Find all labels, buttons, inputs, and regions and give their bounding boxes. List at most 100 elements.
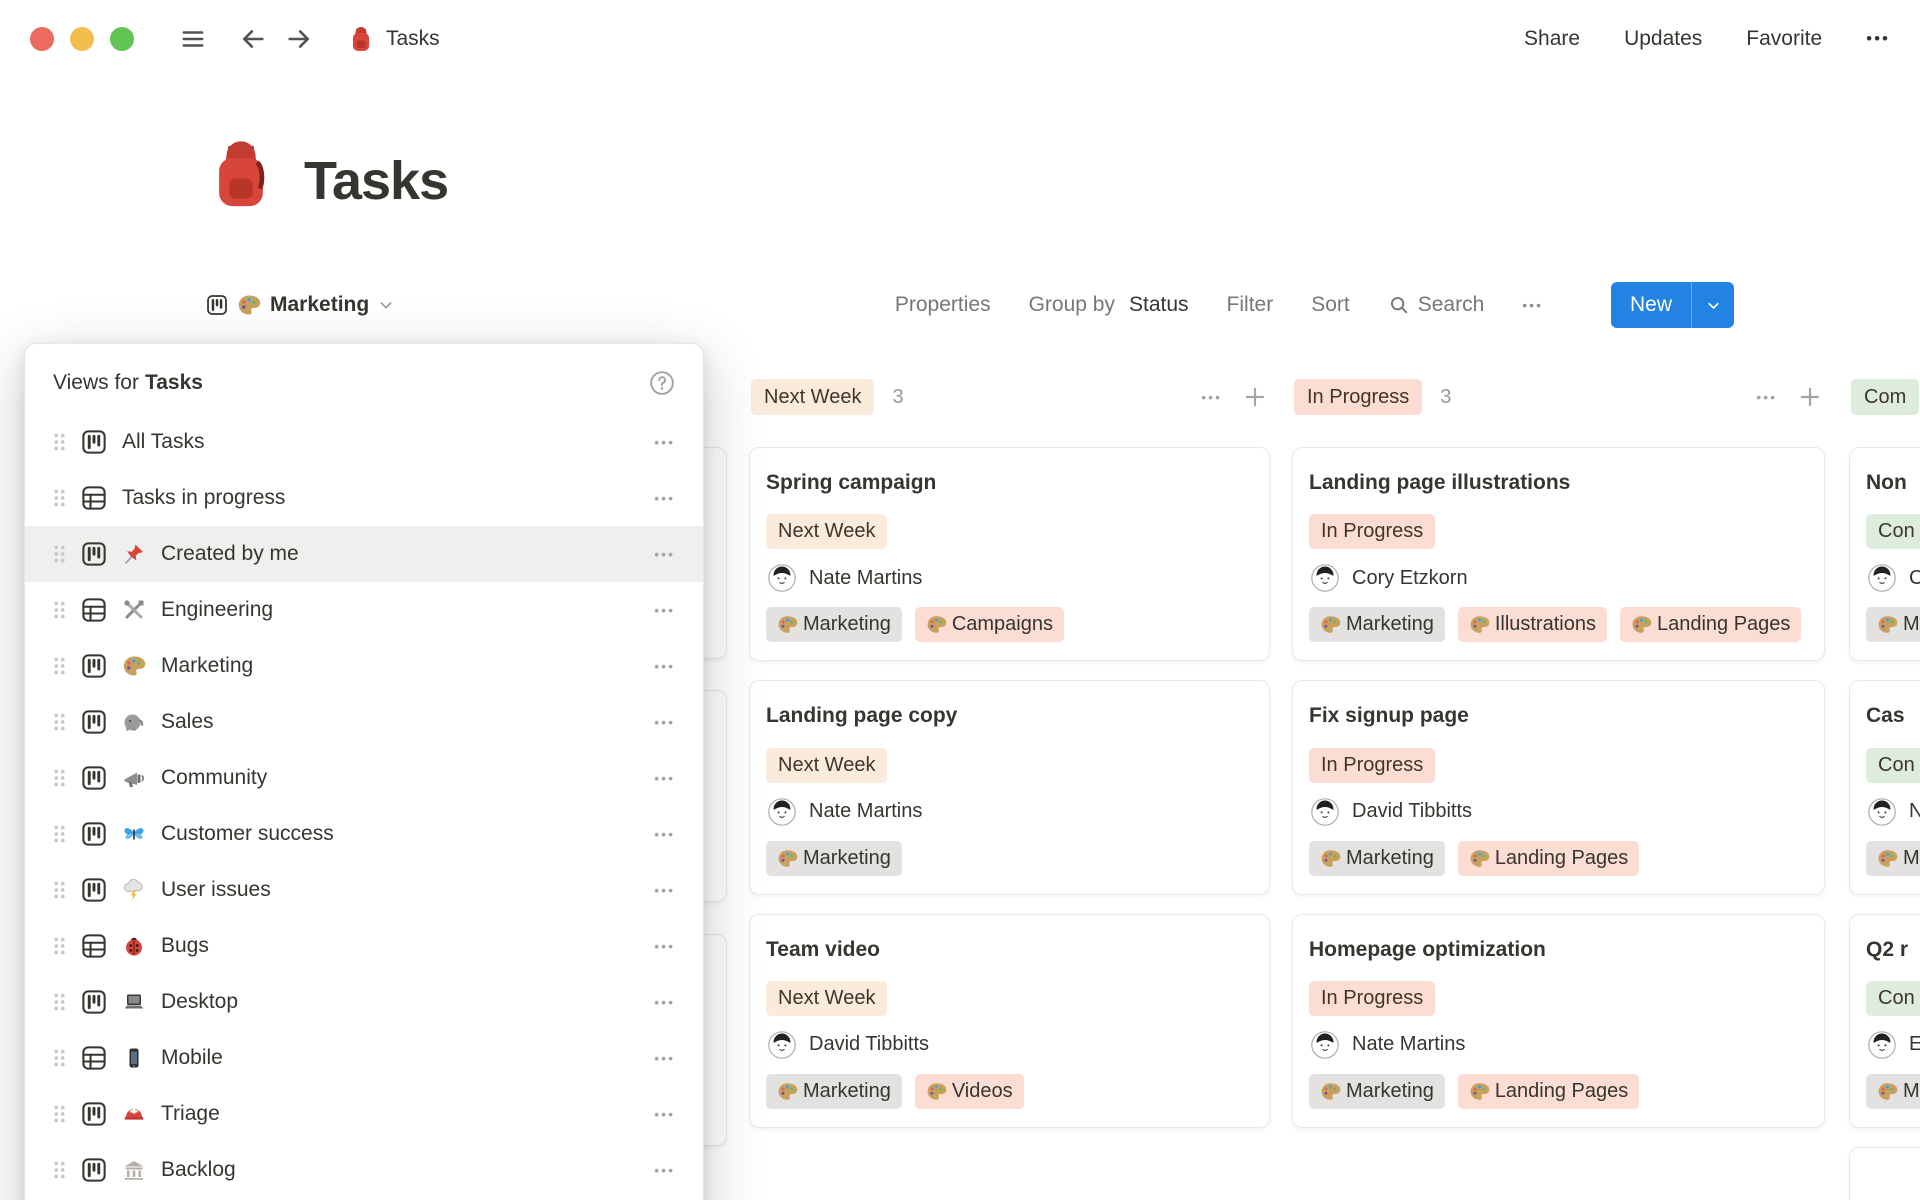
- tag-pill: Marketing: [766, 1074, 902, 1109]
- views-popover: Views for Tasks All Tasks ••• Tasks in p…: [24, 343, 704, 1200]
- drag-handle-icon[interactable]: [53, 544, 66, 564]
- view-type-icon: [81, 1045, 107, 1071]
- view-list-item-bugs[interactable]: Bugs •••: [25, 918, 703, 974]
- view-list-item-created-by-me[interactable]: Created by me •••: [25, 526, 703, 582]
- card-tags: MarketingCampaigns: [766, 607, 1253, 642]
- drag-handle-icon[interactable]: [53, 768, 66, 788]
- avatar: [1311, 564, 1339, 592]
- task-card[interactable]: Q2 rConEM: [1849, 914, 1920, 1128]
- view-label: Customer success: [161, 822, 639, 846]
- view-list-item-tasks-in-progress[interactable]: Tasks in progress •••: [25, 470, 703, 526]
- view-label: Desktop: [161, 990, 639, 1014]
- card-status-pill: Con: [1866, 981, 1920, 1016]
- view-item-more-icon[interactable]: •••: [654, 938, 675, 954]
- drag-handle-icon[interactable]: [53, 1104, 66, 1124]
- view-list-item-engineering[interactable]: Engineering •••: [25, 582, 703, 638]
- task-card[interactable]: Fix signup pageIn ProgressDavid Tibbitts…: [1292, 680, 1825, 894]
- drag-handle-icon[interactable]: [53, 880, 66, 900]
- view-item-more-icon[interactable]: •••: [654, 1106, 675, 1122]
- tag-pill: M: [1866, 841, 1920, 876]
- view-item-more-icon[interactable]: •••: [654, 826, 675, 842]
- column-add-icon[interactable]: [1242, 384, 1268, 410]
- view-list-item-community[interactable]: Community •••: [25, 750, 703, 806]
- avatar: [768, 564, 796, 592]
- view-item-more-icon[interactable]: •••: [654, 1162, 675, 1178]
- view-list-item-triage[interactable]: Triage •••: [25, 1086, 703, 1142]
- drag-handle-icon[interactable]: [53, 600, 66, 620]
- column-actions: •••: [1756, 384, 1823, 410]
- drag-handle-icon[interactable]: [53, 824, 66, 844]
- view-label: User issues: [161, 878, 639, 902]
- drag-handle-icon[interactable]: [53, 432, 66, 452]
- drag-handle-icon[interactable]: [53, 712, 66, 732]
- view-item-more-icon[interactable]: •••: [654, 994, 675, 1010]
- view-item-more-icon[interactable]: •••: [654, 434, 675, 450]
- assignee-name: David Tibbitts: [1352, 800, 1472, 823]
- phone-icon: [122, 1046, 146, 1070]
- task-card[interactable]: Landing page illustrationsIn ProgressCor…: [1292, 447, 1825, 661]
- view-label: Community: [161, 766, 639, 790]
- card-tags: MarketingLanding Pages: [1309, 841, 1808, 876]
- view-list-item-sales[interactable]: Sales •••: [25, 694, 703, 750]
- task-card[interactable]: Homepage optimizationIn ProgressNate Mar…: [1292, 914, 1825, 1128]
- view-label: Backlog: [161, 1158, 639, 1182]
- column-status-pill[interactable]: Next Week: [751, 379, 874, 415]
- view-list-item-all-tasks[interactable]: All Tasks •••: [25, 414, 703, 470]
- task-card[interactable]: CasConNM: [1849, 680, 1920, 894]
- column-more-icon[interactable]: •••: [1201, 389, 1222, 405]
- assignee-name: Nate Martins: [809, 567, 922, 590]
- card-assignee: David Tibbitts: [766, 1031, 1253, 1059]
- view-type-icon: [81, 1157, 107, 1183]
- avatar: [768, 1031, 796, 1059]
- view-list-item-customer-success[interactable]: Customer success •••: [25, 806, 703, 862]
- drag-handle-icon[interactable]: [53, 488, 66, 508]
- laptop-icon: [122, 990, 146, 1014]
- task-card[interactable]: [1849, 1147, 1920, 1200]
- palette-icon: [1631, 614, 1652, 635]
- view-item-more-icon[interactable]: •••: [654, 714, 675, 730]
- elephant-icon: [122, 710, 146, 734]
- drag-handle-icon[interactable]: [53, 992, 66, 1012]
- card-status-pill: Next Week: [766, 981, 887, 1016]
- help-icon[interactable]: [649, 370, 675, 396]
- view-list-item-desktop[interactable]: Desktop •••: [25, 974, 703, 1030]
- view-item-more-icon[interactable]: •••: [654, 490, 675, 506]
- column-status-pill[interactable]: Com: [1851, 379, 1919, 415]
- palette-icon: [122, 654, 146, 678]
- assignee-name: E: [1909, 1033, 1920, 1056]
- drag-handle-icon[interactable]: [53, 656, 66, 676]
- drag-handle-icon[interactable]: [53, 1048, 66, 1068]
- view-item-more-icon[interactable]: •••: [654, 658, 675, 674]
- drag-handle-icon[interactable]: [53, 936, 66, 956]
- view-type-icon: [81, 653, 107, 679]
- card-status-pill: In Progress: [1309, 748, 1435, 783]
- card-title: Spring campaign: [766, 470, 1253, 496]
- drag-handle-icon[interactable]: [53, 1160, 66, 1180]
- view-list-item-mobile[interactable]: Mobile •••: [25, 1030, 703, 1086]
- task-card[interactable]: Team videoNext WeekDavid TibbittsMarketi…: [749, 914, 1270, 1128]
- column-add-icon[interactable]: [1797, 384, 1823, 410]
- view-list-item-user-issues[interactable]: User issues •••: [25, 862, 703, 918]
- ladybug-icon: [122, 934, 146, 958]
- view-item-more-icon[interactable]: •••: [654, 770, 675, 786]
- tools-icon: [122, 598, 146, 622]
- tag-pill: Campaigns: [915, 607, 1064, 642]
- column-status-pill[interactable]: In Progress: [1294, 379, 1422, 415]
- card-status-pill: Con: [1866, 514, 1920, 549]
- task-card[interactable]: Landing page copyNext WeekNate MartinsMa…: [749, 680, 1270, 894]
- column-more-icon[interactable]: •••: [1756, 389, 1777, 405]
- view-type-icon: [81, 709, 107, 735]
- card-assignee: Nate Martins: [766, 564, 1253, 592]
- card-tags: MarketingIllustrationsLanding Pages: [1309, 607, 1808, 642]
- view-item-more-icon[interactable]: •••: [654, 882, 675, 898]
- view-list-item-marketing[interactable]: Marketing •••: [25, 638, 703, 694]
- card-tags: Marketing: [766, 841, 1253, 876]
- view-item-more-icon[interactable]: •••: [654, 602, 675, 618]
- task-card[interactable]: NonConCM: [1849, 447, 1920, 661]
- tag-pill: Illustrations: [1458, 607, 1607, 642]
- column-count: 3: [1440, 386, 1451, 409]
- view-item-more-icon[interactable]: •••: [654, 1050, 675, 1066]
- task-card[interactable]: Spring campaignNext WeekNate MartinsMark…: [749, 447, 1270, 661]
- view-item-more-icon[interactable]: •••: [654, 546, 675, 562]
- view-list-item-backlog[interactable]: Backlog •••: [25, 1142, 703, 1198]
